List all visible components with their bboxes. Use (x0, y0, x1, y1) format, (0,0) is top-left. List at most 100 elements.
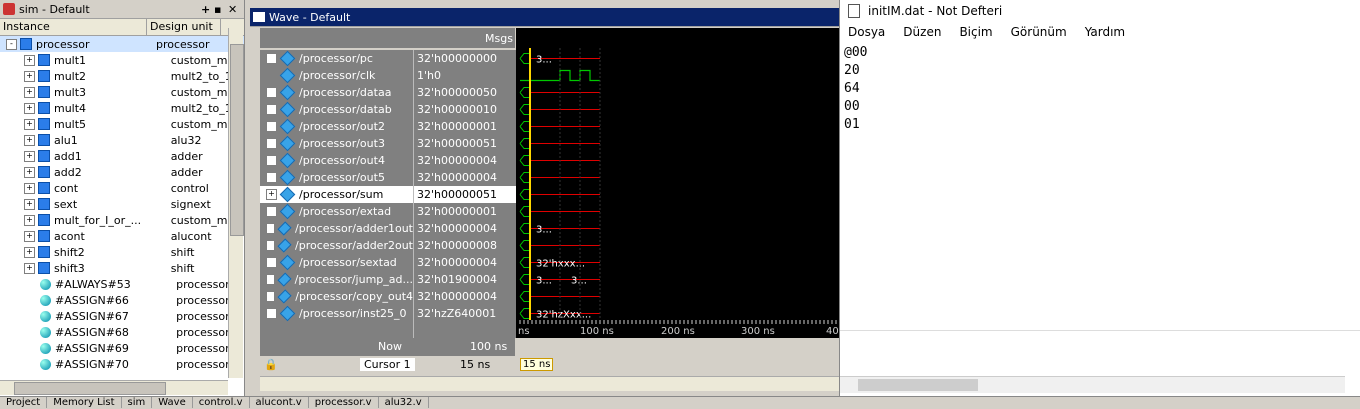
instance-row[interactable]: + shift3 shift (0, 260, 244, 276)
sim-vscrollbar[interactable] (228, 28, 244, 378)
instance-row[interactable]: #ASSIGN#66 processor (0, 292, 244, 308)
window-tab[interactable]: sim (122, 397, 153, 408)
instance-row[interactable]: + sext signext (0, 196, 244, 212)
instance-row[interactable]: + add1 adder (0, 148, 244, 164)
signal-row[interactable]: + /processor/copy_out4 (260, 288, 413, 305)
window-tab[interactable]: alucont.v (250, 397, 309, 408)
expand-icon[interactable]: + (24, 86, 35, 98)
signal-row[interactable]: + /processor/pc (260, 50, 413, 67)
expand-icon[interactable]: + (24, 246, 35, 258)
expand-icon[interactable]: + (266, 138, 277, 149)
expand-icon[interactable]: - (6, 38, 17, 50)
window-tab[interactable]: Wave (152, 397, 193, 408)
instance-row[interactable]: + mult5 custom_mu... (0, 116, 244, 132)
expand-icon[interactable]: + (266, 223, 276, 234)
expand-icon[interactable]: + (266, 291, 276, 302)
instance-row[interactable]: #ASSIGN#68 processor (0, 324, 244, 340)
instance-row[interactable]: + mult3 custom_mu... (0, 84, 244, 100)
window-tab[interactable]: alu32.v (379, 397, 429, 408)
instance-row[interactable]: #ASSIGN#70 processor (0, 356, 244, 372)
notepad-hscrollbar[interactable] (840, 376, 1345, 393)
expand-icon[interactable]: + (24, 54, 35, 66)
signal-row[interactable]: + /processor/dataa (260, 84, 413, 101)
signal-row[interactable]: + /processor/out3 (260, 135, 413, 152)
expand-icon[interactable]: + (266, 308, 277, 319)
expand-icon[interactable]: + (266, 104, 277, 115)
window-tab[interactable]: processor.v (309, 397, 379, 408)
instance-row[interactable]: + add2 adder (0, 164, 244, 180)
instance-row[interactable]: + mult4 mult2_to_1... (0, 100, 244, 116)
menu-item[interactable]: Biçim (959, 25, 992, 39)
expand-icon[interactable]: + (266, 172, 277, 183)
signal-row[interactable]: + /processor/sum (260, 186, 413, 203)
expand-icon[interactable]: + (24, 150, 35, 162)
instance-name: shift2 (54, 245, 85, 259)
signal-row[interactable]: + /processor/out2 (260, 118, 413, 135)
signal-row[interactable]: + /processor/datab (260, 101, 413, 118)
instance-row[interactable]: + mult1 custom_mu... (0, 52, 244, 68)
close-icon[interactable]: ✕ (228, 3, 237, 16)
expand-icon[interactable]: + (24, 262, 35, 274)
signal-row[interactable]: /processor/clk (260, 67, 413, 84)
expand-icon[interactable]: + (24, 230, 35, 242)
menu-item[interactable]: Yardım (1085, 25, 1125, 39)
expand-icon[interactable]: + (266, 53, 277, 64)
instance-row[interactable]: + cont control (0, 180, 244, 196)
instance-name: #ASSIGN#67 (55, 309, 129, 323)
expand-icon[interactable]: + (24, 70, 35, 82)
waveform-area[interactable]: 3... 3... 32'hxxx... 3... 3... 32'hzXxx... ns 1… (516, 28, 840, 338)
signal-row[interactable]: + /processor/sextad (260, 254, 413, 271)
instance-row[interactable]: + acont alucont (0, 228, 244, 244)
notepad-window: initIM.dat - Not Defteri Dosya Düzen Biçim… (839, 0, 1360, 396)
expand-icon[interactable]: + (24, 102, 35, 114)
instance-row[interactable]: #ALWAYS#53 processor (0, 276, 244, 292)
instance-row[interactable]: + mult_for_I_or_... custom_mu... (0, 212, 244, 228)
signal-row[interactable]: + /processor/jump_ad... (260, 271, 413, 288)
cursor-tag[interactable]: 15 ns (520, 358, 554, 371)
signal-row[interactable]: + /processor/out4 (260, 152, 413, 169)
window-tab[interactable]: Memory List (47, 397, 122, 408)
instance-name: alu1 (54, 133, 78, 147)
expand-icon[interactable]: + (24, 182, 35, 194)
expand-icon[interactable]: + (24, 214, 35, 226)
expand-icon[interactable]: + (24, 118, 35, 130)
instance-row[interactable]: #ASSIGN#67 processor (0, 308, 244, 324)
signal-row[interactable]: + /processor/extad (260, 203, 413, 220)
instance-row[interactable]: + mult2 mult2_to_1... (0, 68, 244, 84)
expand-icon[interactable]: + (266, 257, 277, 268)
instance-row[interactable]: #ASSIGN#69 processor (0, 340, 244, 356)
expand-icon[interactable]: + (24, 198, 35, 210)
expand-icon[interactable]: + (266, 87, 277, 98)
signal-row[interactable]: + /processor/inst25_0 (260, 305, 413, 322)
signal-row[interactable]: + /processor/adder2out (260, 237, 413, 254)
undock-icon[interactable]: ▪ (214, 3, 221, 16)
instance-column-header[interactable]: Instance (0, 19, 147, 35)
instance-row[interactable]: - processor processor (0, 36, 244, 52)
signal-value: 32'h00000004 (417, 222, 497, 235)
signal-row[interactable]: + /processor/adder1out (260, 220, 413, 237)
expand-icon[interactable]: + (266, 240, 276, 251)
lock-icon[interactable]: 🔒 (264, 358, 278, 371)
waveform-canvas[interactable]: 3... 3... 32'hxxx... 3... 3... 32'hzXxx... ns 1… (516, 28, 840, 338)
design-unit-column-header[interactable]: Design unit (147, 19, 221, 35)
menu-item[interactable]: Görünüm (1011, 25, 1067, 39)
expand-icon[interactable]: + (266, 274, 275, 285)
expand-icon[interactable]: + (266, 121, 277, 132)
sim-hscrollbar[interactable] (0, 380, 228, 395)
signal-row[interactable]: + /processor/out5 (260, 169, 413, 186)
instance-name: mult2 (54, 69, 87, 83)
expand-icon[interactable]: + (266, 155, 277, 166)
expand-icon[interactable]: + (266, 206, 277, 217)
wave-hscrollbar[interactable] (260, 376, 840, 391)
menu-item[interactable]: Düzen (903, 25, 941, 39)
menu-item[interactable]: Dosya (848, 25, 885, 39)
window-tab[interactable]: Project (0, 397, 48, 408)
expand-icon[interactable]: + (24, 134, 35, 146)
expand-icon[interactable]: + (24, 166, 35, 178)
instance-row[interactable]: + shift2 shift (0, 244, 244, 260)
expand-icon[interactable]: + (266, 189, 277, 200)
instance-row[interactable]: + alu1 alu32 (0, 132, 244, 148)
dock-icon[interactable]: + (201, 3, 210, 16)
notepad-textarea[interactable]: @00 20 64 00 01 (844, 44, 867, 134)
window-tab[interactable]: control.v (193, 397, 250, 408)
